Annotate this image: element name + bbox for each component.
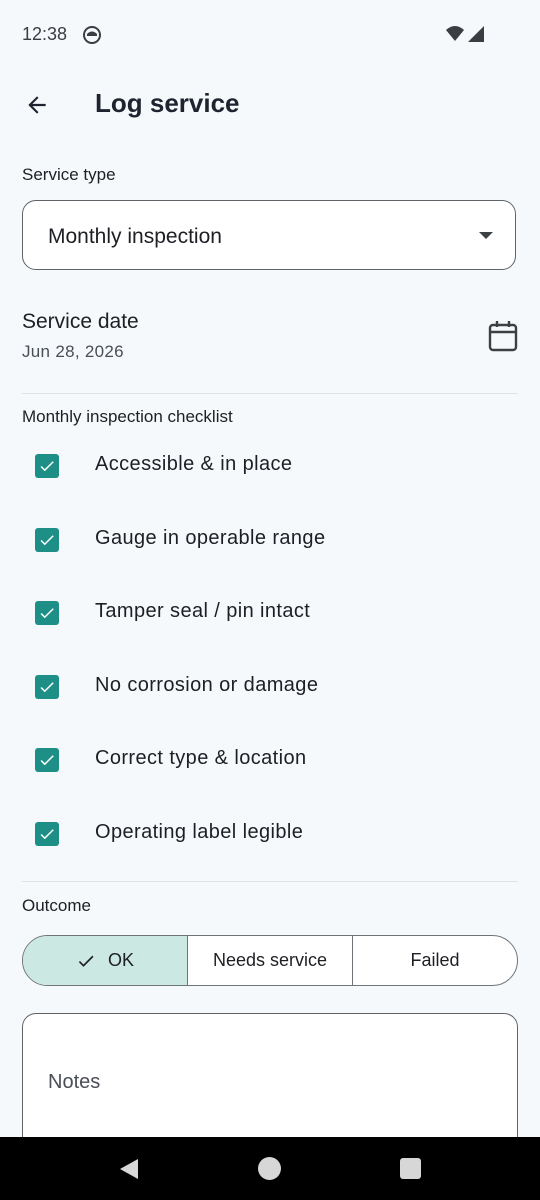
service-date-label: Service date: [22, 310, 139, 333]
check-icon: [40, 461, 54, 472]
outcome-failed-button[interactable]: Failed: [353, 936, 517, 985]
app-notification-icon: [83, 26, 101, 44]
checkbox[interactable]: [35, 675, 59, 699]
checklist-item-label: Operating label legible: [95, 821, 304, 843]
checklist-item-label: Correct type & location: [95, 747, 307, 769]
check-icon: [40, 608, 54, 619]
service-date-value: Jun 28, 2026: [22, 342, 124, 361]
status-bar: 12:38: [0, 0, 540, 70]
outcome-label: Outcome: [22, 896, 91, 915]
checklist-item-operating-label[interactable]: Operating label legible: [0, 806, 540, 866]
wifi-icon: [446, 26, 464, 41]
nav-home-icon[interactable]: [258, 1157, 281, 1180]
cellular-icon: [468, 26, 484, 42]
service-type-dropdown[interactable]: Monthly inspection: [22, 200, 516, 270]
service-type-value: Monthly inspection: [48, 225, 222, 248]
checklist-item-label: Accessible & in place: [95, 453, 293, 475]
checkbox[interactable]: [35, 528, 59, 552]
top-app-bar: Log service: [0, 70, 540, 142]
checklist-title: Monthly inspection checklist: [22, 407, 233, 426]
check-icon: [40, 682, 54, 693]
outcome-needs-service-label: Needs service: [212, 950, 328, 970]
checkbox[interactable]: [35, 748, 59, 772]
checklist-item-label: Tamper seal / pin intact: [95, 600, 311, 622]
back-button[interactable]: [14, 82, 60, 128]
checklist-item-label: No corrosion or damage: [95, 674, 319, 696]
checkbox[interactable]: [35, 822, 59, 846]
signal-icons: [446, 26, 484, 42]
check-icon: [76, 951, 96, 971]
checklist-item-corrosion[interactable]: No corrosion or damage: [0, 659, 540, 719]
outcome-segmented-control: OK Needs service Failed: [22, 935, 518, 986]
checklist-item-accessible[interactable]: Accessible & in place: [0, 438, 540, 498]
outcome-ok-button[interactable]: OK: [23, 936, 188, 985]
outcome-needs-service-button[interactable]: Needs service: [188, 936, 353, 985]
status-time: 12:38: [22, 24, 68, 44]
checklist-item-label: Gauge in operable range: [95, 527, 326, 549]
dropdown-arrow-icon: [479, 232, 493, 239]
checkbox[interactable]: [35, 454, 59, 478]
checklist-item-type-location[interactable]: Correct type & location: [0, 732, 540, 792]
outcome-failed-label: Failed: [410, 950, 460, 970]
check-icon: [40, 535, 54, 546]
calendar-icon[interactable]: [488, 320, 518, 352]
divider: [22, 393, 518, 394]
system-navigation-bar: [0, 1137, 540, 1200]
checkbox[interactable]: [35, 601, 59, 625]
checklist-item-tamper-seal[interactable]: Tamper seal / pin intact: [0, 585, 540, 645]
arrow-back-icon: [28, 96, 46, 114]
check-icon: [40, 755, 54, 766]
service-type-label: Service type: [22, 165, 116, 184]
checklist-item-gauge[interactable]: Gauge in operable range: [0, 512, 540, 572]
nav-back-icon[interactable]: [118, 1157, 140, 1181]
page-title: Log service: [95, 88, 240, 118]
divider: [22, 881, 518, 882]
notes-placeholder: Notes: [48, 1071, 101, 1093]
nav-recents-icon[interactable]: [400, 1158, 421, 1179]
service-date-row[interactable]: Service date Jun 28, 2026: [0, 300, 540, 380]
outcome-ok-label: OK: [107, 950, 134, 970]
check-icon: [40, 829, 54, 840]
